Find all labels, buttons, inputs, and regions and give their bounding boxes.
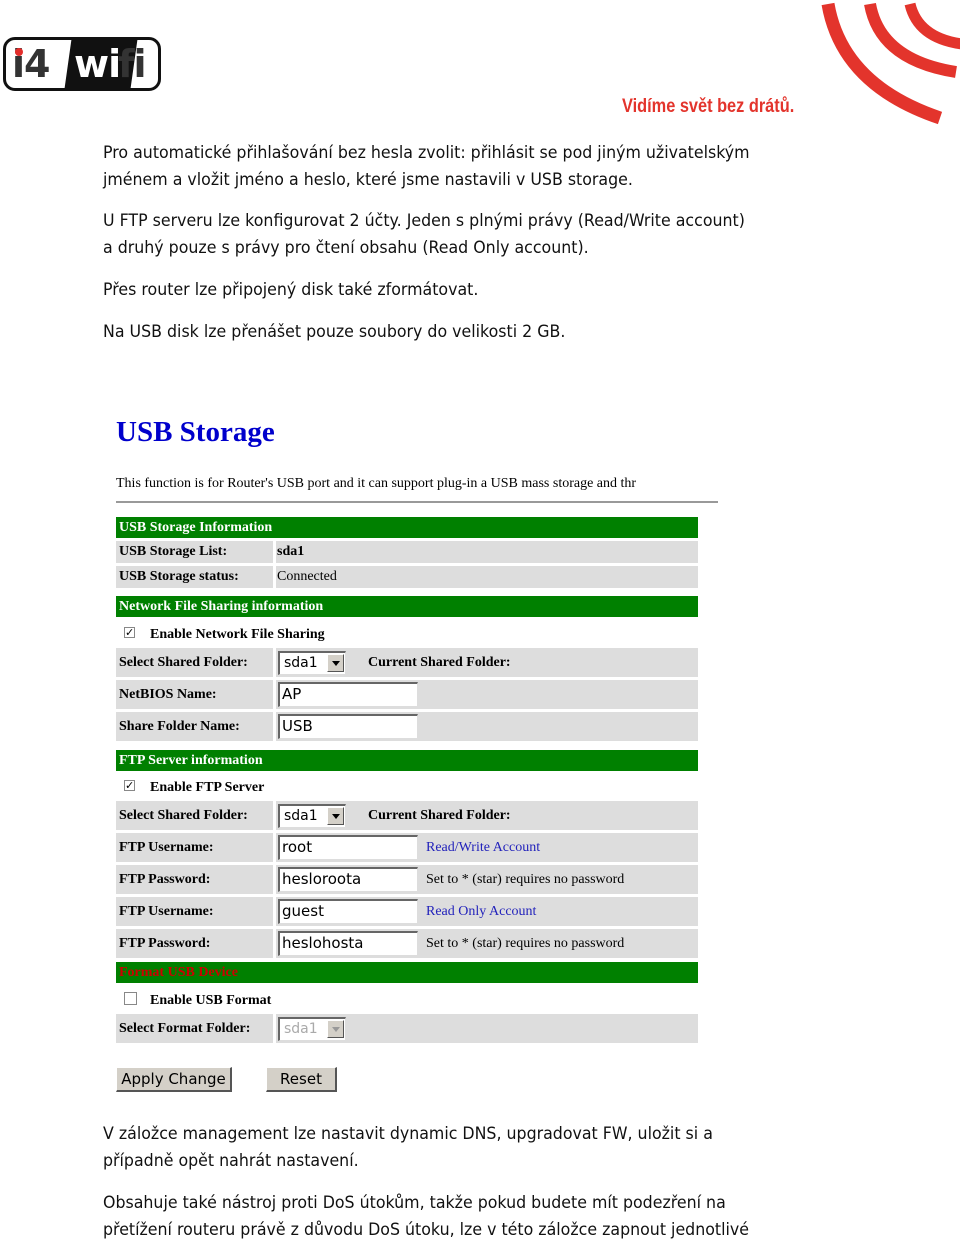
share-folder-name-input[interactable]: USB <box>278 714 418 739</box>
ftp-rw-username-row: FTP Username: root Read/Write Account <box>116 833 698 862</box>
text-line: přetížení routeru právě z důvodu DoS úto… <box>103 1217 749 1243</box>
page-description: This function is for Router's USB port a… <box>116 476 718 492</box>
ftp-shared-folder-row: Select Shared Folder: sda1 Current Share… <box>116 801 698 830</box>
format-folder-row: Select Format Folder: sda1 <box>116 1014 698 1043</box>
intro-paragraph-3: Přes router lze připojený disk také zfor… <box>103 277 478 304</box>
nfs-shared-folder-row: Select Shared Folder: sda1 Current Share… <box>116 648 698 677</box>
section-format-usb-device: Format USB Device <box>116 962 698 983</box>
usb-storage-status-label: USB Storage status: <box>119 566 239 588</box>
usb-storage-list-row: USB Storage List: sda1 <box>116 541 698 563</box>
enable-usb-format-label: Enable USB Format <box>150 991 271 1011</box>
logo-red-dot <box>15 48 23 56</box>
read-only-account-link[interactable]: Read Only Account <box>426 897 536 926</box>
section-network-file-sharing: Network File Sharing information <box>116 596 698 617</box>
text-line: Přes router lze připojený disk také zfor… <box>103 277 478 304</box>
ftp-shared-folder-select[interactable]: sda1 <box>278 804 346 828</box>
logo-text-fi: fi <box>118 42 146 86</box>
enable-nfs-checkbox[interactable]: ✓ <box>124 627 135 638</box>
intro-paragraph-2: U FTP serveru lze konfigurovat 2 účty. J… <box>103 208 745 261</box>
enable-nfs-label: Enable Network File Sharing <box>150 625 325 645</box>
enable-usb-format-checkbox[interactable] <box>124 992 137 1005</box>
cell-divider <box>273 929 276 958</box>
ftp-rw-password-input[interactable]: hesloroota <box>278 867 418 892</box>
text-line: jménem a vložit jméno a heslo, které jsm… <box>103 167 750 194</box>
read-write-account-link[interactable]: Read/Write Account <box>426 833 540 862</box>
password-hint: Set to * (star) requires no password <box>426 929 624 958</box>
netbios-name-row: NetBIOS Name: AP <box>116 680 698 709</box>
select-value: sda1 <box>284 1021 318 1037</box>
share-folder-name-row: Share Folder Name: USB <box>116 712 698 741</box>
text-line: případně opět nahrát nastavení. <box>103 1148 713 1175</box>
text-line: U FTP serveru lze konfigurovat 2 účty. J… <box>103 208 745 235</box>
nfs-shared-folder-label: Select Shared Folder: <box>119 648 248 677</box>
text-line: V záložce management lze nastavit dynami… <box>103 1121 713 1148</box>
outro-paragraph-2: Obsahuje také nástroj proti DoS útokům, … <box>103 1190 749 1243</box>
tagline: Vidíme svět bez drátů. <box>622 96 794 118</box>
netbios-name-input[interactable]: AP <box>278 682 418 707</box>
outro-paragraph-1: V záložce management lze nastavit dynami… <box>103 1121 713 1174</box>
enable-ftp-label: Enable FTP Server <box>150 778 264 798</box>
cell-divider <box>273 712 276 741</box>
cell-divider <box>273 865 276 894</box>
wireless-waves-icon <box>810 0 960 125</box>
cell-divider <box>273 897 276 926</box>
ftp-username-label: FTP Username: <box>119 833 213 862</box>
section-usb-storage-information: USB Storage Information <box>116 517 698 538</box>
text-line: Na USB disk lze přenášet pouze soubory d… <box>103 319 565 346</box>
enable-ftp-row: ✓ Enable FTP Server <box>116 778 698 798</box>
enable-ftp-checkbox[interactable]: ✓ <box>124 780 135 791</box>
apply-change-button[interactable]: Apply Change <box>116 1067 232 1092</box>
ftp-ro-username-input[interactable]: guest <box>278 899 418 924</box>
section-ftp-server: FTP Server information <box>116 750 698 771</box>
page-title: USB Storage <box>116 416 275 449</box>
enable-nfs-row: ✓ Enable Network File Sharing <box>116 625 698 645</box>
cell-divider <box>273 1014 276 1043</box>
ftp-username-label: FTP Username: <box>119 897 213 926</box>
chevron-down-icon[interactable] <box>327 807 344 825</box>
usb-storage-list-value: sda1 <box>277 541 304 563</box>
intro-paragraph-4: Na USB disk lze přenášet pouze soubory d… <box>103 319 565 346</box>
ftp-password-label: FTP Password: <box>119 929 210 958</box>
chevron-down-icon[interactable] <box>327 1020 344 1038</box>
usb-storage-status-row: USB Storage status: Connected <box>116 566 698 588</box>
text-line: Pro automatické přihlašování bez hesla z… <box>103 140 750 167</box>
ftp-rw-password-row: FTP Password: hesloroota Set to * (star)… <box>116 865 698 894</box>
format-folder-label: Select Format Folder: <box>119 1014 250 1043</box>
ftp-ro-username-row: FTP Username: guest Read Only Account <box>116 897 698 926</box>
text-line: a druhý pouze s právy pro čtení obsahu (… <box>103 235 745 262</box>
usb-storage-status-value: Connected <box>277 566 337 588</box>
chevron-down-icon[interactable] <box>327 654 344 672</box>
cell-divider <box>273 648 276 677</box>
password-hint: Set to * (star) requires no password <box>426 865 624 894</box>
enable-usb-format-row: Enable USB Format <box>116 991 698 1011</box>
cell-divider <box>273 833 276 862</box>
nfs-current-shared-folder-label: Current Shared Folder: <box>368 648 511 677</box>
netbios-name-label: NetBIOS Name: <box>119 680 217 709</box>
text-line: Obsahuje také nástroj proti DoS útokům, … <box>103 1190 749 1217</box>
divider <box>116 501 718 503</box>
reset-button[interactable]: Reset <box>266 1067 337 1092</box>
format-folder-select[interactable]: sda1 <box>278 1017 346 1041</box>
nfs-shared-folder-select[interactable]: sda1 <box>278 651 346 675</box>
cell-divider <box>273 801 276 830</box>
ftp-ro-password-input[interactable]: heslohosta <box>278 931 418 956</box>
cell-divider <box>273 566 276 588</box>
ftp-rw-username-input[interactable]: root <box>278 835 418 860</box>
cell-divider <box>273 680 276 709</box>
ftp-ro-password-row: FTP Password: heslohosta Set to * (star)… <box>116 929 698 958</box>
usb-storage-list-label: USB Storage List: <box>119 541 227 563</box>
share-folder-name-label: Share Folder Name: <box>119 712 240 741</box>
ftp-shared-folder-label: Select Shared Folder: <box>119 801 248 830</box>
ftp-current-shared-folder-label: Current Shared Folder: <box>368 801 511 830</box>
ftp-password-label: FTP Password: <box>119 865 210 894</box>
i4wifi-logo: i4 wi fi <box>3 37 161 91</box>
select-value: sda1 <box>284 808 318 824</box>
logo-text-wi: wi <box>74 42 120 86</box>
select-value: sda1 <box>284 655 318 671</box>
cell-divider <box>273 541 276 563</box>
intro-paragraph-1: Pro automatické přihlašování bez hesla z… <box>103 140 750 193</box>
